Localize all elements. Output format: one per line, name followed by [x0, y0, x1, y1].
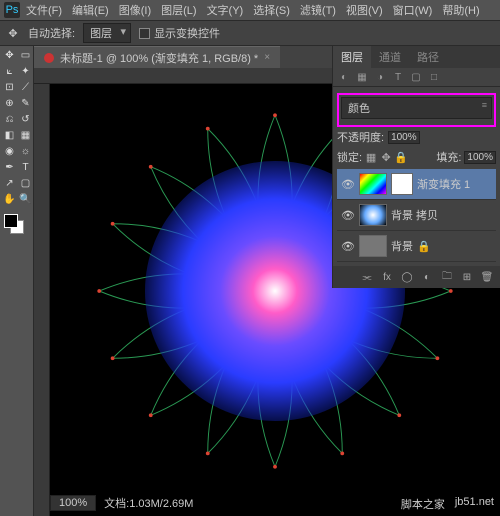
app-logo: Ps [4, 2, 20, 18]
watermark: 脚本之家 jb51.net [401, 496, 494, 512]
watermark-text: 脚本之家 [401, 496, 445, 512]
document-title: 未标题-1 @ 100% (渐变填充 1, RGB/8) * [60, 50, 258, 66]
move-tool-icon: ✥ [6, 26, 20, 40]
auto-select-dropdown[interactable]: 图层 [83, 23, 131, 43]
history-tool[interactable]: ↺ [18, 112, 33, 127]
color-swatch[interactable] [2, 212, 33, 236]
fill-label: 填充: [436, 149, 461, 165]
foreground-color[interactable] [4, 214, 18, 228]
layer-fx-icon[interactable]: fx [380, 270, 394, 284]
show-transform-checkbox[interactable]: 显示变换控件 [139, 25, 220, 41]
layer-thumbnail [359, 204, 387, 226]
layer-gradient-fill[interactable]: 👁 渐变填充 1 [337, 169, 496, 200]
pen-tool[interactable]: ✒ [2, 160, 17, 175]
unsaved-icon [44, 53, 54, 63]
stamp-tool[interactable]: ⎌ [2, 112, 17, 127]
brush-tool[interactable]: ✎ [18, 96, 33, 111]
tab-channels[interactable]: 通道 [371, 46, 409, 68]
layer-name: 渐变填充 1 [417, 176, 470, 192]
visibility-icon[interactable]: 👁 [341, 178, 355, 191]
menu-layer[interactable]: 图层(L) [157, 0, 200, 20]
link-layers-icon[interactable]: ⫘ [360, 270, 374, 284]
visibility-icon[interactable]: 👁 [341, 209, 355, 222]
menu-select[interactable]: 选择(S) [249, 0, 294, 20]
shape-tool[interactable]: ▢ [18, 176, 33, 191]
new-layer-icon[interactable]: ⊞ [460, 270, 474, 284]
panel-tab-bar: 图层 通道 路径 [333, 46, 500, 68]
opacity-value[interactable]: 100% [388, 131, 420, 144]
filter-kind-icon[interactable]: ◐ [337, 70, 351, 84]
layer-thumbnail [359, 173, 387, 195]
menu-image[interactable]: 图像(I) [115, 0, 155, 20]
heal-tool[interactable]: ⊕ [2, 96, 17, 111]
layers-panel-footer: ⫘ fx ◯ ◐ 🗀 ⊞ 🗑 [333, 266, 500, 288]
filter-smart-icon[interactable]: □ [427, 70, 441, 84]
move-tool[interactable]: ✥ [2, 48, 17, 63]
layer-name: 背景 拷贝 [391, 207, 438, 223]
filter-pixel-icon[interactable]: ▦ [355, 70, 369, 84]
zoom-level[interactable]: 100% [50, 495, 96, 511]
lock-all-icon[interactable]: 🔒 [395, 151, 407, 163]
filter-type-icon[interactable]: T [391, 70, 405, 84]
opacity-label: 不透明度: [337, 129, 384, 145]
lasso-tool[interactable]: ⟀ [2, 64, 17, 79]
adjustment-layer-icon[interactable]: ◐ [420, 270, 434, 284]
options-bar: ✥ 自动选择: 图层 显示变换控件 [0, 20, 500, 46]
lock-label: 锁定: [337, 149, 362, 165]
layer-mask-icon[interactable]: ◯ [400, 270, 414, 284]
auto-select-label: 自动选择: [28, 25, 75, 41]
type-tool[interactable]: T [18, 160, 33, 175]
layer-thumbnail [359, 235, 387, 257]
crop-tool[interactable]: ⊡ [2, 80, 17, 95]
filter-shape-icon[interactable]: ▢ [409, 70, 423, 84]
checkbox-icon [139, 28, 150, 39]
toolbox: ✥ ▭ ⟀ ✦ ⊡ ⟋ ⊕ ✎ ⎌ ↺ ◧ ▦ ◉ ☼ ✒ T ↗ ▢ ✋ 🔍 [0, 46, 34, 516]
watermark-url: jb51.net [455, 496, 494, 512]
lock-pixels-icon[interactable]: ▦ [365, 151, 377, 163]
filter-adjust-icon[interactable]: ◑ [373, 70, 387, 84]
menu-bar: Ps 文件(F) 编辑(E) 图像(I) 图层(L) 文字(Y) 选择(S) 滤… [0, 0, 500, 20]
blur-tool[interactable]: ◉ [2, 144, 17, 159]
wand-tool[interactable]: ✦ [18, 64, 33, 79]
layer-name: 背景 [391, 238, 413, 254]
close-tab-icon[interactable]: × [264, 52, 270, 63]
doc-size: 文档:1.03M/2.69M [104, 495, 193, 511]
lock-position-icon[interactable]: ✥ [380, 151, 392, 163]
layers-panel: 图层 通道 路径 ◐ ▦ ◑ T ▢ □ 颜色 不透明度: 100% 锁定: ▦… [332, 46, 500, 288]
menu-filter[interactable]: 滤镜(T) [296, 0, 340, 20]
menu-view[interactable]: 视图(V) [342, 0, 387, 20]
fill-value[interactable]: 100% [464, 151, 496, 164]
visibility-icon[interactable]: 👁 [341, 240, 355, 253]
show-transform-label: 显示变换控件 [154, 25, 220, 41]
hand-tool[interactable]: ✋ [2, 192, 17, 207]
eraser-tool[interactable]: ◧ [2, 128, 17, 143]
eyedropper-tool[interactable]: ⟋ [18, 80, 33, 95]
tutorial-highlight: 颜色 [337, 93, 496, 127]
lock-icon: 🔒 [417, 240, 431, 253]
layer-bg-copy[interactable]: 👁 背景 拷贝 [337, 200, 496, 231]
menu-type[interactable]: 文字(Y) [203, 0, 248, 20]
blend-mode-dropdown[interactable]: 颜色 [341, 97, 492, 119]
menu-window[interactable]: 窗口(W) [389, 0, 437, 20]
document-tab[interactable]: 未标题-1 @ 100% (渐变填充 1, RGB/8) * × [34, 46, 280, 69]
tab-paths[interactable]: 路径 [409, 46, 447, 68]
dodge-tool[interactable]: ☼ [18, 144, 33, 159]
menu-file[interactable]: 文件(F) [22, 0, 66, 20]
layer-background[interactable]: 👁 背景 🔒 [337, 231, 496, 262]
tab-layers[interactable]: 图层 [333, 46, 371, 68]
status-bar: 100% 文档:1.03M/2.69M [50, 494, 193, 512]
gradient-tool[interactable]: ▦ [18, 128, 33, 143]
menu-help[interactable]: 帮助(H) [438, 0, 483, 20]
ruler-vertical [34, 84, 50, 516]
zoom-tool[interactable]: 🔍 [18, 192, 33, 207]
layer-mask-thumbnail [391, 173, 413, 195]
group-icon[interactable]: 🗀 [440, 270, 454, 284]
layer-filter-bar: ◐ ▦ ◑ T ▢ □ [333, 68, 500, 87]
path-tool[interactable]: ↗ [2, 176, 17, 191]
marquee-tool[interactable]: ▭ [18, 48, 33, 63]
menu-edit[interactable]: 编辑(E) [68, 0, 113, 20]
trash-icon[interactable]: 🗑 [480, 270, 494, 284]
